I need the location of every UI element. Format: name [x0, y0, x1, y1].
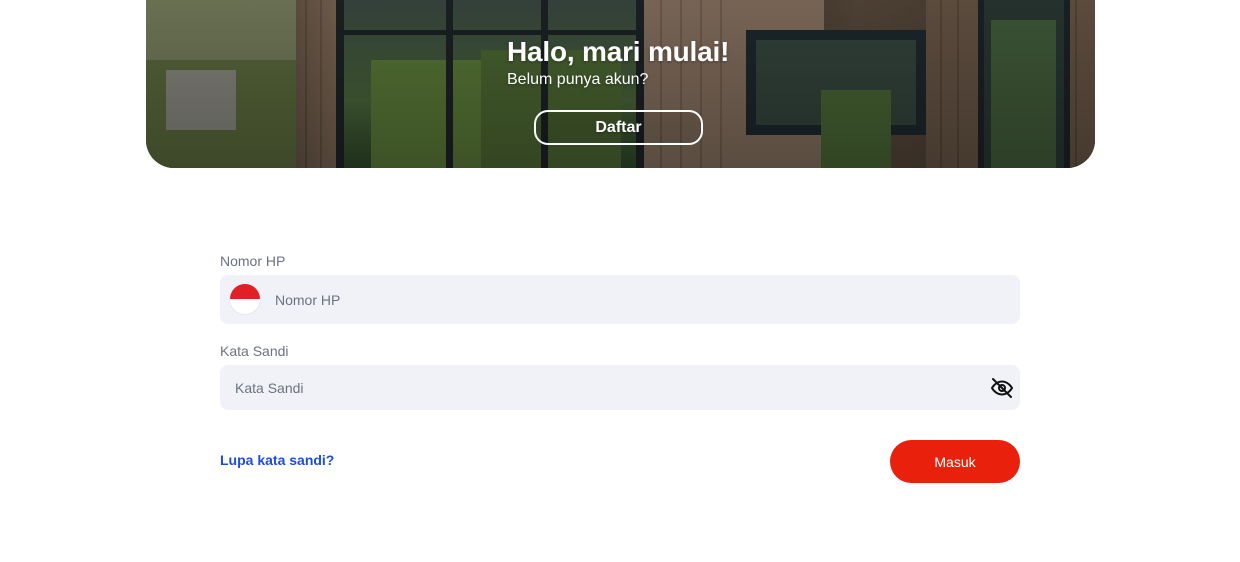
hero-subtitle: Belum punya akun?	[507, 71, 649, 88]
indonesia-flag-icon	[230, 284, 260, 314]
phone-input[interactable]	[275, 275, 1005, 324]
login-button[interactable]: Masuk	[890, 440, 1020, 483]
password-input[interactable]	[235, 365, 985, 410]
password-label: Kata Sandi	[220, 343, 289, 359]
hero-title: Halo, mari mulai!	[507, 36, 730, 67]
form-actions: Lupa kata sandi? Masuk	[220, 440, 1020, 483]
phone-label: Nomor HP	[220, 253, 286, 269]
login-form: Nomor HP Kata Sandi Lupa kata sandi? Mas…	[220, 252, 1020, 483]
forgot-password-link[interactable]: Lupa kata sandi?	[220, 452, 334, 468]
login-page: Halo, mari mulai! Belum punya akun? Daft…	[0, 0, 1240, 562]
eye-off-icon[interactable]	[990, 376, 1014, 400]
hero-content: Halo, mari mulai! Belum punya akun? Daft…	[146, 0, 1095, 168]
register-button[interactable]: Daftar	[534, 110, 703, 145]
phone-field	[220, 275, 1020, 324]
password-field	[220, 365, 1020, 410]
hero-banner: Halo, mari mulai! Belum punya akun? Daft…	[146, 0, 1095, 168]
